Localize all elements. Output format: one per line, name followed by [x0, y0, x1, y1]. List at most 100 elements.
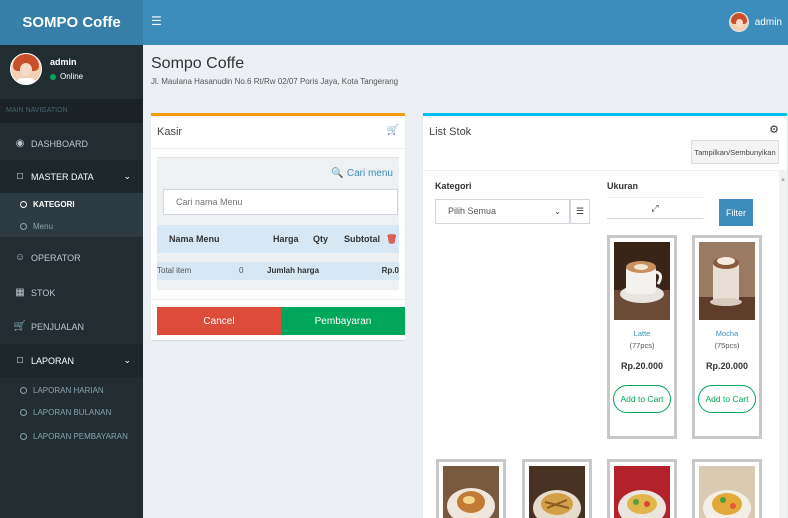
sidebar-item-dashboard[interactable]: ◉ DASHBOARD — [0, 127, 143, 160]
kasir-title: Kasir — [157, 126, 183, 138]
product-card — [522, 459, 592, 518]
nav-header: MAIN NAVIGATION — [0, 99, 143, 123]
sidebar-item-operator[interactable]: ☺ OPERATOR — [0, 241, 143, 274]
cubes-icon: ▦ — [15, 287, 25, 298]
sidebar: admin Online MAIN NAVIGATION ◉ DASHBOARD… — [0, 45, 143, 518]
product-card-latte: Latte (77pcs) Rp.20.000 Add to Cart — [607, 235, 677, 439]
total-item-label: Total item — [157, 266, 192, 275]
sidebar-item-label: OPERATOR — [31, 252, 81, 263]
sidebar-item-laporan-pembayaran[interactable]: LAPORAN PEMBAYARAN — [0, 425, 143, 447]
app-logo[interactable]: SOMPO Coffe — [0, 0, 143, 45]
user-menu[interactable]: admin — [728, 12, 782, 32]
col-qty: Qty — [313, 234, 329, 244]
page-title: Sompo Coffe — [151, 55, 245, 72]
food-photo — [614, 466, 670, 518]
sidebar-item-menu[interactable]: Menu — [0, 215, 143, 237]
chevron-down-icon: ⌄ — [123, 355, 131, 365]
folder-icon: □ — [16, 171, 24, 182]
product-qty: (75pcs) — [714, 341, 740, 350]
cart-icon: 🛒 — [386, 125, 399, 136]
user-panel: admin Online — [0, 45, 143, 95]
sidebar-user-name: admin — [50, 57, 77, 67]
circle-icon — [20, 386, 27, 394]
menu-search-input[interactable] — [163, 189, 398, 215]
chevron-down-icon: ⌄ — [123, 171, 131, 181]
sidebar-item-label: LAPORAN HARIAN — [33, 385, 104, 395]
top-user-name: admin — [754, 16, 782, 28]
sidebar-item-label: LAPORAN BULANAN — [33, 407, 112, 417]
jumlah-harga-value: Rp.0 — [381, 266, 399, 275]
product-card — [692, 459, 762, 518]
cancel-button[interactable]: Cancel — [157, 307, 281, 335]
sidebar-item-kategori[interactable]: KATEGORI — [0, 193, 143, 215]
col-subtotal: Subtotal — [344, 234, 380, 244]
product-card — [607, 459, 677, 518]
online-status: Online — [50, 72, 83, 81]
cari-menu-link[interactable]: 🔍 Cari menu — [331, 168, 393, 179]
sidebar-item-label: Menu — [33, 221, 54, 231]
sidebar-item-master-data[interactable]: □ MASTER DATA ⌄ — [0, 160, 143, 193]
col-nama-menu: Nama Menu — [169, 234, 220, 244]
user-icon: ☺ — [14, 252, 26, 263]
kategori-selected: Pilih Semua — [448, 206, 497, 216]
cart-icon: 🛒 — [13, 321, 27, 332]
circle-icon — [20, 408, 27, 416]
product-price: Rp.20.000 — [620, 361, 664, 371]
divider — [151, 299, 405, 300]
sidebar-item-laporan-bulanan[interactable]: LAPORAN BULANAN — [0, 401, 143, 423]
chevron-down-icon: ⌄ — [554, 207, 561, 216]
scrollbar[interactable] — [779, 171, 787, 518]
tools-icon[interactable]: ⚙ — [769, 123, 779, 136]
sidebar-item-label: LAPORAN PEMBAYARAN — [33, 431, 128, 441]
product-price: Rp.20.000 — [705, 361, 749, 371]
sidebar-item-laporan[interactable]: □ LAPORAN ⌄ — [0, 344, 143, 377]
cart-table-footer: Total item 0 Jumlah harga Rp.0 — [157, 262, 399, 280]
dashboard-icon: ◉ — [15, 138, 25, 149]
product-qty: (77pcs) — [629, 341, 655, 350]
circle-icon — [20, 200, 27, 208]
food-photo — [699, 466, 755, 518]
avatar-icon — [728, 12, 749, 32]
kasir-panel: Kasir 🛒 🔍 Cari menu Nama Menu Harga Qty … — [151, 113, 405, 340]
add-to-cart-button[interactable]: Add to Cart — [613, 385, 671, 413]
kategori-select[interactable]: Pilih Semua ⌄ — [435, 199, 570, 224]
food-photo — [529, 466, 585, 518]
sidebar-item-penjualan[interactable]: 🛒 PENJUALAN — [0, 310, 143, 343]
hamburger-icon[interactable]: ☰ — [151, 15, 162, 27]
sidebar-item-laporan-harian[interactable]: LAPORAN HARIAN — [0, 379, 143, 401]
folder-icon: □ — [16, 355, 24, 366]
resize-icon: ⤢ — [651, 203, 659, 213]
scroll-up-icon[interactable]: ▲ — [780, 177, 786, 183]
total-item-value: 0 — [239, 266, 244, 275]
product-card — [436, 459, 506, 518]
sidebar-item-label: KATEGORI — [33, 199, 75, 209]
add-to-cart-button[interactable]: Add to Cart — [698, 385, 756, 413]
filter-button[interactable]: Filter — [719, 199, 753, 226]
top-navbar: SOMPO Coffe ☰ admin — [0, 0, 788, 45]
sidebar-item-label: DASHBOARD — [31, 138, 89, 149]
latte-photo — [614, 242, 670, 320]
sidebar-item-stok[interactable]: ▦ STOK — [0, 276, 143, 309]
toggle-visibility-button[interactable]: Tampilkan/Sembunyikan — [691, 140, 779, 164]
food-photo — [443, 466, 499, 518]
sidebar-item-label: PENJUALAN — [31, 321, 85, 332]
product-card-mocha: Mocha (75pcs) Rp.20.000 Add to Cart — [692, 235, 762, 439]
online-dot-icon — [50, 73, 56, 80]
mocha-photo — [699, 242, 755, 320]
pembayaran-button[interactable]: Pembayaran — [281, 307, 405, 335]
circle-icon — [20, 222, 27, 230]
ukuran-input[interactable]: ⤢ — [607, 197, 703, 219]
status-label: Online — [60, 72, 84, 81]
ukuran-label: Ukuran — [607, 181, 639, 191]
list-stok-panel: List Stok ⚙ Tampilkan/Sembunyikan Katego… — [423, 113, 787, 518]
list-icon[interactable]: ☰ — [570, 199, 590, 224]
cart-area: 🔍 Cari menu Nama Menu Harga Qty Subtotal… — [157, 157, 399, 290]
list-stok-title: List Stok — [429, 126, 472, 138]
divider — [151, 148, 405, 149]
stok-scroll-area: Kategori Pilih Semua ⌄ ☰ Ukuran ⤢ Filter… — [423, 171, 777, 518]
trash-icon[interactable]: 🗑 — [386, 234, 397, 245]
circle-icon — [20, 432, 27, 440]
col-harga: Harga — [273, 234, 299, 244]
product-name: Mocha — [715, 329, 739, 338]
sidebar-item-label: LAPORAN — [31, 355, 75, 366]
